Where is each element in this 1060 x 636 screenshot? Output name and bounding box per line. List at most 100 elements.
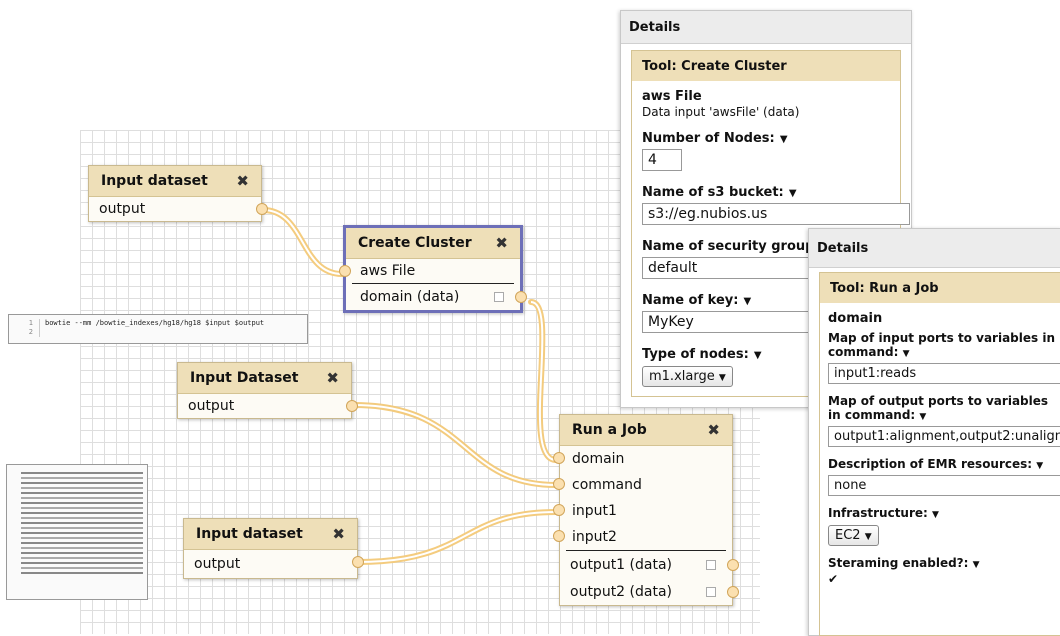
- node-header[interactable]: Create Cluster ✖: [346, 228, 520, 259]
- field-label: Description of EMR resources:: [828, 457, 1033, 471]
- node-type-select[interactable]: m1.xlarge ▼: [642, 366, 733, 387]
- run-job-node[interactable]: Run a Job ✖ domain command input1 input2…: [553, 414, 739, 606]
- input-port-label: command: [572, 477, 642, 493]
- output-port-row: output1 (data): [560, 551, 739, 578]
- tool-form-title: Tool: Create Cluster: [632, 51, 900, 81]
- input-description: Data input 'awsFile' (data): [642, 105, 800, 119]
- code-line: bowtie --mm /bowtie_indexes/hg18/hg18 $i…: [45, 319, 265, 327]
- tool-form: Tool: Run a Job domain Map of input port…: [819, 272, 1060, 636]
- node-title: Run a Job: [572, 422, 647, 438]
- wire-domain-to-domain: [528, 299, 559, 463]
- reads-file-preview: [6, 464, 148, 600]
- output-port-label: output: [188, 398, 235, 414]
- number-of-nodes-input[interactable]: 4: [642, 149, 682, 171]
- field-label: Steraming enabled?:: [828, 556, 969, 570]
- line-number: 1: [28, 319, 33, 327]
- field-label: Number of Nodes:: [642, 131, 775, 146]
- output-terminal[interactable]: [515, 291, 527, 303]
- emr-description-input[interactable]: none: [828, 475, 1060, 496]
- wire-input2-to-command: [351, 402, 559, 488]
- input-port-row: command: [553, 472, 732, 498]
- tool-form-title: Tool: Run a Job: [820, 273, 1060, 303]
- node-title: Input dataset: [101, 173, 208, 189]
- close-icon[interactable]: ✖: [332, 525, 345, 543]
- input-port-row: input1: [553, 498, 732, 524]
- output-port-row: output: [184, 550, 364, 578]
- node-header[interactable]: Input Dataset ✖: [178, 363, 351, 394]
- dropdown-arrow-icon[interactable]: ▼: [919, 412, 926, 422]
- dropdown-arrow-icon[interactable]: ▼: [903, 349, 910, 359]
- close-icon[interactable]: ✖: [236, 172, 249, 190]
- dropdown-arrow-icon[interactable]: ▼: [789, 188, 797, 199]
- output-terminal[interactable]: [727, 559, 739, 571]
- dropdown-arrow-icon[interactable]: ▼: [780, 134, 788, 145]
- field-label: Name of key:: [642, 293, 739, 308]
- select-arrow-icon: ▼: [718, 373, 726, 383]
- input-terminal[interactable]: [553, 478, 565, 490]
- wire-input3-to-input1: [356, 509, 559, 565]
- output-port-label: output2 (data): [570, 583, 672, 600]
- command-editor[interactable]: 1 2 bowtie --mm /bowtie_indexes/hg18/hg1…: [8, 314, 308, 344]
- select-arrow-icon: ▼: [864, 532, 872, 542]
- close-icon[interactable]: ✖: [707, 421, 720, 439]
- field-label: Name of security group:: [642, 239, 820, 254]
- input-port-label: input1: [572, 503, 617, 519]
- details-panel-title: Details: [621, 11, 911, 44]
- field-label: Map of input ports to variables in comma…: [828, 331, 1055, 359]
- input-name: aws File: [642, 89, 702, 104]
- node-title: Input Dataset: [190, 370, 299, 386]
- input-dataset-node-3[interactable]: Input dataset ✖ output: [183, 518, 364, 579]
- dropdown-arrow-icon[interactable]: ▼: [932, 510, 939, 520]
- input-port-label: aws File: [360, 263, 416, 279]
- output-port-row: output2 (data): [560, 578, 739, 605]
- output-port-map-input[interactable]: output1:alignment,output2:unaligned: [828, 426, 1060, 447]
- field-label: Map of output ports to variables in comm…: [828, 394, 1049, 422]
- input-dataset-node-1[interactable]: Input dataset ✖ output: [88, 165, 268, 222]
- dropdown-arrow-icon[interactable]: ▼: [744, 296, 752, 307]
- output-checkbox[interactable]: [706, 560, 716, 570]
- output-port-label: output: [194, 556, 241, 572]
- output-port-row: output: [178, 394, 358, 418]
- input-port-row: domain: [553, 446, 732, 472]
- output-terminal[interactable]: [256, 203, 268, 215]
- output-port-row: output: [89, 197, 268, 221]
- input-terminal[interactable]: [553, 504, 565, 516]
- input-terminal[interactable]: [553, 452, 565, 464]
- input-port-label: input2: [572, 529, 617, 545]
- node-header[interactable]: Run a Job ✖: [560, 415, 732, 446]
- line-number: 2: [28, 328, 33, 336]
- field-label: Name of s3 bucket:: [642, 185, 784, 200]
- input-terminal[interactable]: [553, 530, 565, 542]
- node-title: Create Cluster: [358, 235, 472, 251]
- streaming-checkbox[interactable]: ✔: [828, 572, 1060, 586]
- input-port-row: aws File: [339, 259, 520, 283]
- output-checkbox[interactable]: [494, 292, 504, 302]
- output-port-label: output1 (data): [570, 556, 672, 573]
- s3-bucket-input[interactable]: s3://eg.nubios.us: [642, 203, 910, 225]
- dropdown-arrow-icon[interactable]: ▼: [1036, 461, 1043, 471]
- node-header[interactable]: Input dataset ✖: [89, 166, 261, 197]
- node-type-value: m1.xlarge: [649, 369, 715, 384]
- create-cluster-node[interactable]: Create Cluster ✖ aws File domain (data): [339, 225, 527, 313]
- output-terminal[interactable]: [352, 556, 364, 568]
- dropdown-arrow-icon[interactable]: ▼: [754, 350, 762, 361]
- details-panel-run-job: Details Tool: Run a Job domain Map of in…: [808, 228, 1060, 636]
- node-title: Input dataset: [196, 526, 303, 542]
- output-port-label: output: [99, 201, 146, 217]
- field-label: Type of nodes:: [642, 347, 749, 362]
- output-terminal[interactable]: [346, 400, 358, 412]
- node-header[interactable]: Input dataset ✖: [184, 519, 357, 550]
- input-port-map-input[interactable]: input1:reads: [828, 363, 1060, 384]
- output-terminal[interactable]: [727, 586, 739, 598]
- input-name: domain: [828, 311, 883, 325]
- input-terminal[interactable]: [339, 265, 351, 277]
- dropdown-arrow-icon[interactable]: ▼: [973, 560, 980, 570]
- input-port-label: domain: [572, 451, 625, 467]
- output-checkbox[interactable]: [706, 587, 716, 597]
- close-icon[interactable]: ✖: [495, 234, 508, 252]
- infrastructure-select[interactable]: EC2 ▼: [828, 525, 879, 546]
- input-dataset-node-2[interactable]: Input Dataset ✖ output: [177, 362, 358, 419]
- infrastructure-value: EC2: [835, 528, 861, 543]
- details-panel-title: Details: [809, 229, 1060, 268]
- close-icon[interactable]: ✖: [326, 369, 339, 387]
